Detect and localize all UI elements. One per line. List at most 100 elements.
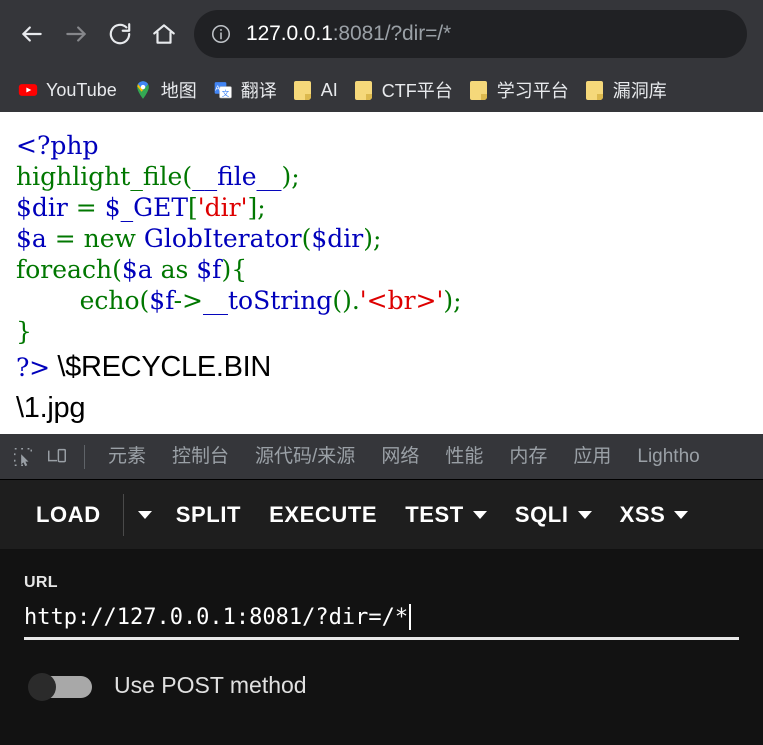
devtools-tab-performance[interactable]: 性能 [432, 435, 496, 479]
code-token: $dir [16, 193, 68, 222]
bookmark-study-platform[interactable]: 学习平台 [461, 74, 577, 106]
hackbar-test-button[interactable]: TEST [391, 492, 501, 538]
use-post-method-label: Use POST method [114, 672, 307, 698]
code-token: __toString [202, 286, 333, 315]
code-token: $f [196, 255, 222, 284]
code-token: (). [332, 286, 360, 315]
bookmark-youtube[interactable]: YouTube [10, 74, 125, 106]
code-token: __file__ [192, 162, 282, 191]
code-line: <?php [16, 130, 763, 161]
bookmark-label: CTF平台 [381, 81, 453, 101]
code-token: $dir [311, 224, 364, 253]
reload-button[interactable] [98, 12, 142, 56]
code-token: ){ [221, 255, 248, 284]
code-token: ); [443, 286, 462, 315]
devtools-tab-console[interactable]: 控制台 [159, 435, 242, 479]
code-token: new [83, 224, 136, 253]
code-token: $f [149, 286, 174, 315]
code-line: foreach($a as $f){ [16, 254, 763, 285]
code-line: echo($f->__toString().'<br>'); [16, 285, 763, 316]
code-line: $a = new GlobIterator($dir); [16, 223, 763, 254]
devtools-tab-network[interactable]: 网络 [368, 435, 432, 479]
bookmark-label: 翻译 [240, 81, 277, 101]
hackbar-test-label: TEST [405, 501, 464, 527]
code-token: ]; [247, 193, 266, 222]
devtools-tab-sources[interactable]: 源代码/来源 [242, 435, 368, 479]
hackbar-sqli-button[interactable]: SQLI [501, 492, 606, 538]
svg-text:文: 文 [221, 88, 229, 98]
hackbar-execute-button[interactable]: EXECUTE [255, 492, 391, 538]
folder-icon [293, 80, 313, 100]
glob-result-line: \1.jpg [16, 388, 763, 428]
php-close-tag: ?> [16, 353, 58, 382]
code-token: GlobIterator [143, 224, 302, 253]
hackbar-load-dropdown-button[interactable] [128, 492, 162, 538]
reload-icon [107, 21, 133, 47]
hackbar-split-button[interactable]: SPLIT [162, 492, 255, 538]
inspect-element-icon[interactable] [6, 440, 40, 474]
glob-result-line: ?> \$RECYCLE.BIN [16, 347, 763, 388]
devtools-separator [84, 444, 85, 469]
folder-icon [354, 80, 374, 100]
code-token: [ [188, 193, 198, 222]
devtools-tab-lighthouse[interactable]: Lightho [624, 435, 712, 479]
bookmark-label: 漏洞库 [612, 81, 667, 101]
php-source-listing: <?php highlight_file(__file__); $dir = $_G… [16, 130, 763, 347]
hackbar-sqli-label: SQLI [514, 501, 569, 527]
hackbar-divider [122, 493, 124, 536]
device-toolbar-icon[interactable] [40, 440, 74, 474]
glob-result-text: \1.jpg [16, 392, 86, 424]
code-token: = [67, 193, 105, 222]
code-token: } [16, 317, 32, 346]
address-bar-text: 127.0.0.1:8081/?dir=/* [246, 22, 451, 46]
code-token: as [152, 255, 197, 284]
code-token: $_GET [104, 193, 189, 222]
address-bar-host: 127.0.0.1 [246, 22, 333, 45]
bookmarks-bar: YouTube 地图 A 文 翻译 AI CTF平台 学习平台 漏洞库 [0, 68, 763, 112]
address-bar-path: :8081/?dir=/* [332, 22, 452, 45]
hackbar-load-button[interactable]: LOAD [22, 492, 115, 538]
forward-button[interactable] [54, 12, 98, 56]
info-circle-icon[interactable] [208, 21, 234, 47]
code-token: echo [79, 286, 140, 315]
code-token: foreach [16, 255, 113, 284]
code-token: = [46, 224, 84, 253]
devtools-tab-application[interactable]: 应用 [560, 435, 624, 479]
code-token: 'dir' [197, 193, 248, 222]
home-icon [151, 21, 177, 47]
url-input-value: http://127.0.0.1:8081/?dir=/* [24, 604, 409, 630]
code-token: '<br>' [359, 286, 444, 315]
devtools-tab-elements[interactable]: 元素 [95, 435, 159, 479]
home-button[interactable] [142, 12, 186, 56]
use-post-method-toggle[interactable] [28, 672, 92, 701]
bookmark-translate[interactable]: A 文 翻译 [205, 74, 285, 106]
url-field-label: URL [24, 574, 58, 591]
code-token: ); [281, 162, 300, 191]
folder-icon [585, 80, 605, 100]
bookmark-vuln-db[interactable]: 漏洞库 [577, 74, 675, 106]
bookmark-maps[interactable]: 地图 [125, 74, 205, 106]
browser-toolbar: 127.0.0.1:8081/?dir=/* [0, 0, 763, 68]
chevron-down-icon [674, 510, 689, 519]
devtools-tab-memory[interactable]: 内存 [496, 435, 560, 479]
bookmark-ctf-platform[interactable]: CTF平台 [346, 74, 461, 106]
code-token: <?php [16, 131, 99, 160]
code-token: ( [112, 255, 122, 284]
glob-result-text: \$RECYCLE.BIN [57, 351, 272, 383]
bookmark-label: 地图 [160, 81, 197, 101]
address-bar[interactable]: 127.0.0.1:8081/?dir=/* [194, 10, 747, 58]
folder-icon [469, 80, 489, 100]
code-token: -> [173, 286, 203, 315]
svg-text:A: A [215, 83, 220, 92]
google-translate-icon: A 文 [213, 80, 233, 100]
url-input[interactable]: http://127.0.0.1:8081/?dir=/* [24, 604, 739, 630]
youtube-icon [18, 80, 38, 100]
bookmark-ai[interactable]: AI [285, 74, 346, 106]
code-token: ); [363, 224, 382, 253]
hackbar-xss-button[interactable]: XSS [606, 492, 703, 538]
url-input-wrapper[interactable]: http://127.0.0.1:8081/?dir=/* [24, 604, 739, 640]
back-button[interactable] [10, 12, 54, 56]
post-method-row: Use POST method [24, 672, 739, 701]
bookmark-label: 学习平台 [496, 81, 569, 101]
